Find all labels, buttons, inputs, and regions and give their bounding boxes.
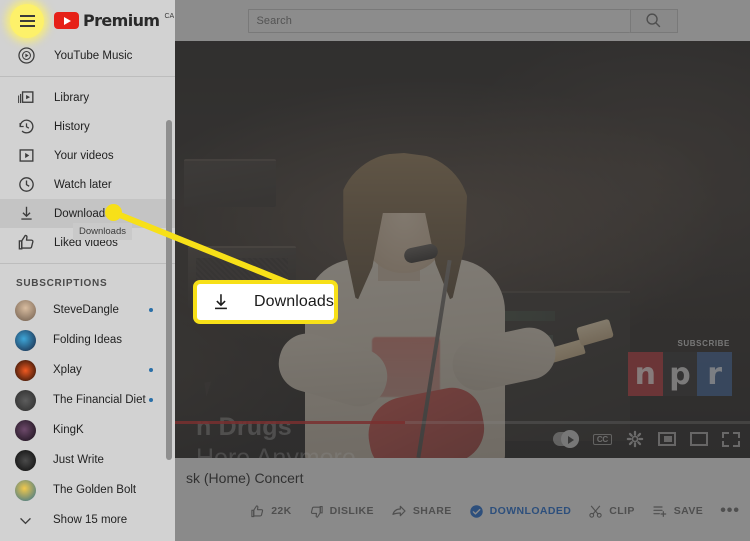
download-icon <box>16 204 36 223</box>
sidebar-item-label: Your videos <box>54 149 114 162</box>
logo-country-code: CA <box>164 13 175 20</box>
guide-header: Premium CA <box>0 0 175 41</box>
avatar <box>15 449 36 471</box>
sidebar-item-your-videos[interactable]: Your videos <box>0 141 175 170</box>
subscription-label: The Golden Bolt <box>53 484 137 496</box>
show-more-button[interactable]: Show 15 more <box>0 505 175 535</box>
avatar <box>15 329 36 351</box>
subscription-label: Xplay <box>53 364 82 376</box>
subscription-label: Folding Ideas <box>53 334 123 346</box>
sidebar-item-label: History <box>54 120 90 133</box>
guide-scrollbar[interactable] <box>166 120 172 460</box>
guide-divider-top <box>0 76 175 77</box>
sidebar-item-library[interactable]: Library <box>0 83 175 112</box>
youtube-window: Search <box>0 0 750 541</box>
avatar <box>15 479 36 501</box>
history-icon <box>16 117 36 136</box>
subscription-item[interactable]: Folding Ideas <box>0 325 175 355</box>
new-content-dot <box>149 398 153 402</box>
new-content-dot <box>149 368 153 372</box>
clock-icon <box>16 175 36 194</box>
subscription-item[interactable]: KingK <box>0 415 175 445</box>
youtube-music-icon <box>16 46 36 65</box>
guide-divider-subscriptions <box>0 263 175 264</box>
sidebar-item-label: YouTube Music <box>54 49 133 62</box>
downloads-tooltip: Downloads <box>73 223 132 240</box>
youtube-premium-logo[interactable]: Premium CA <box>54 11 174 30</box>
sidebar-item-label: Library <box>54 91 90 104</box>
avatar <box>15 359 36 381</box>
subscription-item[interactable]: Xplay <box>0 355 175 385</box>
subscription-item[interactable]: Just Write <box>0 445 175 475</box>
subscription-item[interactable]: The Golden Bolt <box>0 475 175 505</box>
avatar <box>15 299 36 321</box>
subscription-item[interactable]: The Financial Diet <box>0 385 175 415</box>
sidebar-item-label: Watch later <box>54 178 112 191</box>
sidebar-item-watch-later[interactable]: Watch later <box>0 170 175 199</box>
new-content-dot <box>149 308 153 312</box>
subscription-label: KingK <box>53 424 84 436</box>
subscription-label: Just Write <box>53 454 104 466</box>
sidebar-item-youtube-music[interactable]: YouTube Music <box>0 41 175 70</box>
library-icon <box>16 88 36 107</box>
show-more-label: Show 15 more <box>53 514 128 526</box>
sidebar-item-history[interactable]: History <box>0 112 175 141</box>
subscription-item[interactable]: SteveDangle <box>0 295 175 325</box>
logo-word: Premium <box>83 11 160 30</box>
sidebar-item-label: Downloads <box>54 207 111 220</box>
avatar <box>15 419 36 441</box>
subscription-label: SteveDangle <box>53 304 119 316</box>
hamburger-menu-button[interactable] <box>10 3 44 38</box>
avatar <box>15 389 36 411</box>
chevron-down-icon <box>15 512 36 529</box>
subscriptions-heading: SUBSCRIPTIONS <box>16 278 108 289</box>
thumbs-up-icon <box>16 233 36 252</box>
youtube-play-icon <box>54 12 79 29</box>
your-videos-icon <box>16 146 36 165</box>
guide-sidebar: Premium CA YouTube Music Library History… <box>0 0 175 541</box>
subscription-label: The Financial Diet <box>53 394 146 406</box>
